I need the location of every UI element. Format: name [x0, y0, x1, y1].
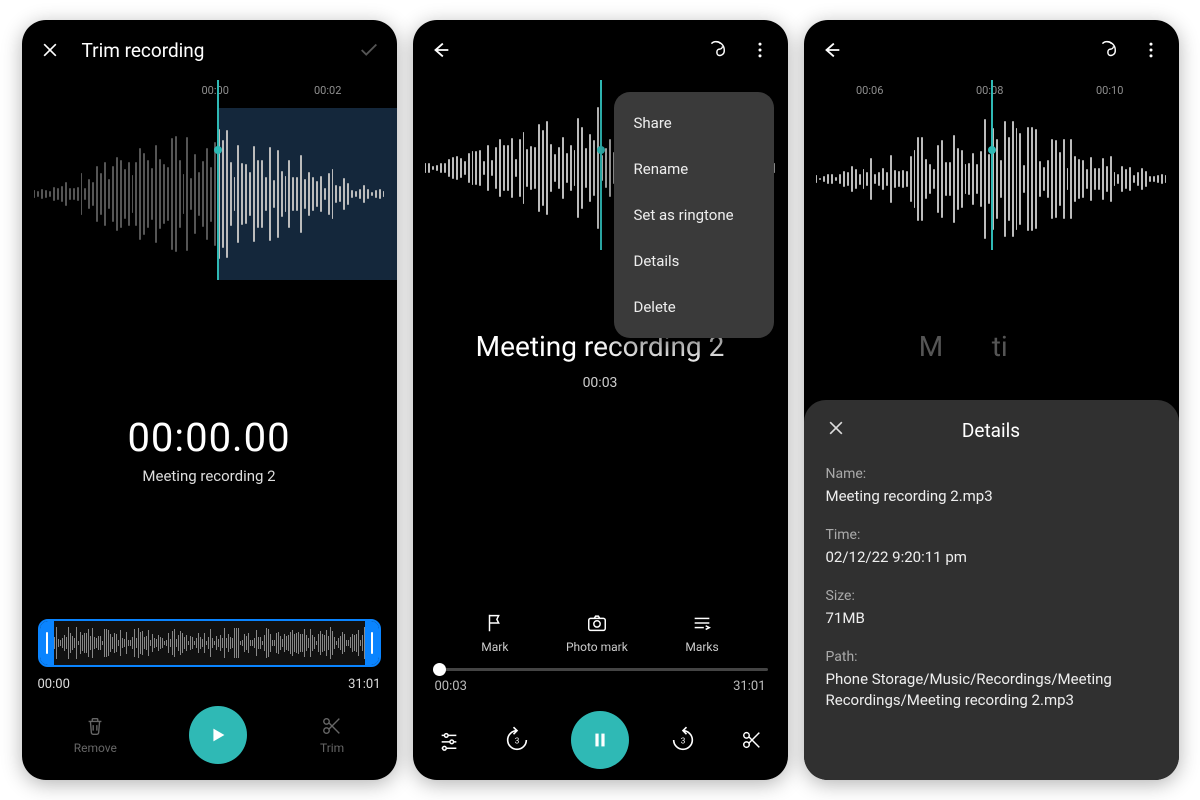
trim-handle-right[interactable] [365, 621, 379, 665]
menu-item-ringtone[interactable]: Set as ringtone [614, 192, 774, 238]
back-icon[interactable] [820, 38, 844, 62]
trim-strip[interactable] [38, 619, 381, 667]
menu-item-share[interactable]: Share [614, 100, 774, 146]
back-icon[interactable] [429, 38, 453, 62]
current-time: 00:00.00 [127, 414, 290, 461]
close-icon[interactable] [38, 38, 62, 62]
trim-start-label: 00:00 [38, 677, 70, 692]
details-sheet: Details Name: Meeting recording 2.mp3 Ti… [804, 400, 1179, 780]
photo-mark-button[interactable]: Photo mark [566, 612, 628, 654]
waveform-area[interactable]: 00:06 00:08 00:10 [804, 80, 1179, 250]
trim-end-label: 31:01 [348, 677, 380, 692]
trim-button[interactable] [738, 726, 766, 754]
overflow-icon[interactable] [1139, 38, 1163, 62]
pause-button[interactable] [571, 711, 629, 769]
overflow-icon[interactable] [748, 38, 772, 62]
top-bar [804, 20, 1179, 80]
playhead[interactable] [600, 80, 602, 250]
scissors-icon [741, 729, 763, 751]
confirm-icon[interactable] [357, 38, 381, 62]
page-title: Trim recording [82, 39, 205, 62]
time-display: 00:00.00 Meeting recording 2 [22, 280, 397, 619]
menu-item-rename[interactable]: Rename [614, 146, 774, 192]
field-value-name: Meeting recording 2.mp3 [826, 486, 1157, 507]
play-button[interactable] [189, 706, 247, 764]
earpiece-icon[interactable] [1095, 38, 1119, 62]
field-label-path: Path: [826, 649, 1157, 665]
elapsed-time: 00:03 [583, 375, 618, 391]
screen-playback: Share Rename Set as ringtone Details Del… [413, 20, 788, 780]
recording-name: Meeting recording 2 [142, 467, 275, 485]
screen-trim: Trim recording 00:00 00:02 00:00.00 Meet… [22, 20, 397, 780]
sheet-title: Details [850, 419, 1133, 442]
svg-text:3: 3 [681, 736, 686, 746]
ruler-tick: 00:10 [1096, 84, 1123, 97]
playhead[interactable] [991, 80, 993, 250]
field-value-time: 02/12/22 9:20:11 pm [826, 547, 1157, 568]
pause-icon [589, 729, 611, 751]
trim-button[interactable]: Trim [320, 715, 344, 755]
scissors-icon [321, 715, 343, 737]
total-label: 31:01 [733, 679, 765, 694]
slider-thumb[interactable] [433, 663, 446, 676]
svg-text:3: 3 [514, 736, 519, 746]
mark-button[interactable]: Mark [481, 612, 508, 654]
remove-button[interactable]: Remove [74, 715, 117, 755]
trim-handle-left[interactable] [40, 621, 54, 665]
field-label-size: Size: [826, 588, 1157, 604]
field-value-size: 71MB [826, 608, 1157, 629]
ruler-tick: 00:06 [856, 84, 883, 97]
field-value-path: Phone Storage/Music/Recordings/Meeting R… [826, 669, 1157, 711]
menu-item-details[interactable]: Details [614, 238, 774, 284]
camera-icon [585, 612, 609, 634]
ruler-tick: 00:00 [202, 84, 229, 97]
flag-icon [484, 612, 506, 634]
recording-title-obscured: M ti [804, 330, 1179, 363]
top-bar [413, 20, 788, 80]
field-label-name: Name: [826, 466, 1157, 482]
playback-controls: 3 3 [413, 700, 788, 780]
earpiece-icon[interactable] [704, 38, 728, 62]
ruler-tick: 00:08 [976, 84, 1003, 97]
progress-slider[interactable] [433, 668, 768, 671]
field-label-time: Time: [826, 527, 1157, 543]
rewind-3-button[interactable]: 3 [503, 726, 531, 754]
overflow-menu: Share Rename Set as ringtone Details Del… [614, 92, 774, 338]
play-icon [207, 724, 229, 746]
ruler-tick: 00:02 [314, 84, 341, 97]
settings-icon[interactable] [435, 726, 463, 754]
playhead[interactable] [217, 80, 219, 280]
close-icon[interactable] [826, 418, 850, 442]
forward-3-button[interactable]: 3 [669, 726, 697, 754]
time-ruler: 00:00 00:02 [22, 84, 397, 108]
waveform-area[interactable]: 00:00 00:02 [22, 80, 397, 280]
list-icon [691, 612, 713, 634]
menu-item-delete[interactable]: Delete [614, 284, 774, 330]
action-row: Mark Photo mark Marks [413, 612, 788, 654]
marks-button[interactable]: Marks [685, 612, 718, 654]
elapsed-label: 00:03 [435, 679, 467, 694]
screen-details: 00:06 00:08 00:10 M ti Details Name: Mee… [804, 20, 1179, 780]
top-bar: Trim recording [22, 20, 397, 80]
trash-icon [84, 715, 106, 737]
